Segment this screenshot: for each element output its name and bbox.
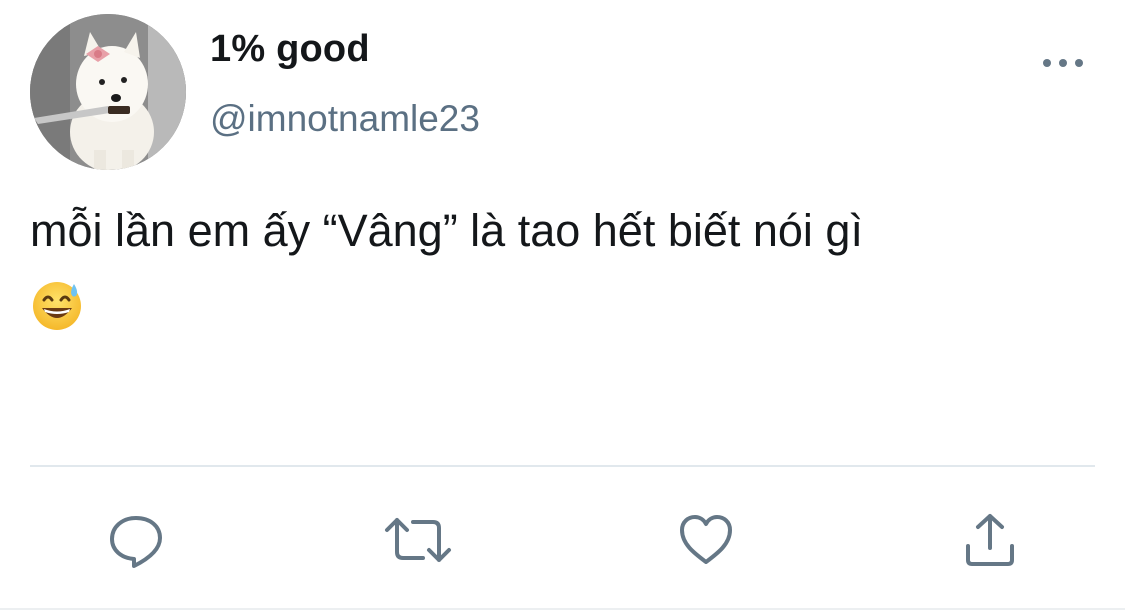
share-button[interactable] (958, 508, 1022, 572)
user-handle[interactable]: @imnotnamle23 (210, 98, 480, 140)
tweet-text: mỗi lần em ấy “Vâng” là tao hết biết nói… (30, 205, 863, 256)
display-name[interactable]: 1% good (210, 28, 370, 71)
retweet-icon (383, 510, 453, 570)
avatar-image (30, 14, 186, 170)
action-bar (0, 508, 1125, 578)
heart-icon (676, 510, 736, 570)
like-button[interactable] (674, 508, 738, 572)
reply-button[interactable] (104, 508, 168, 572)
retweet-button[interactable] (383, 508, 453, 572)
divider (30, 465, 1095, 467)
reply-icon (106, 510, 166, 570)
grinning-face-with-sweat-icon (30, 278, 84, 332)
tweet-card: 1% good @imnotnamle23 mỗi lần em ấy “Vân… (0, 0, 1125, 613)
share-icon (960, 510, 1020, 570)
bottom-divider (0, 608, 1125, 610)
more-icon[interactable] (1038, 48, 1088, 78)
avatar[interactable] (30, 14, 186, 170)
